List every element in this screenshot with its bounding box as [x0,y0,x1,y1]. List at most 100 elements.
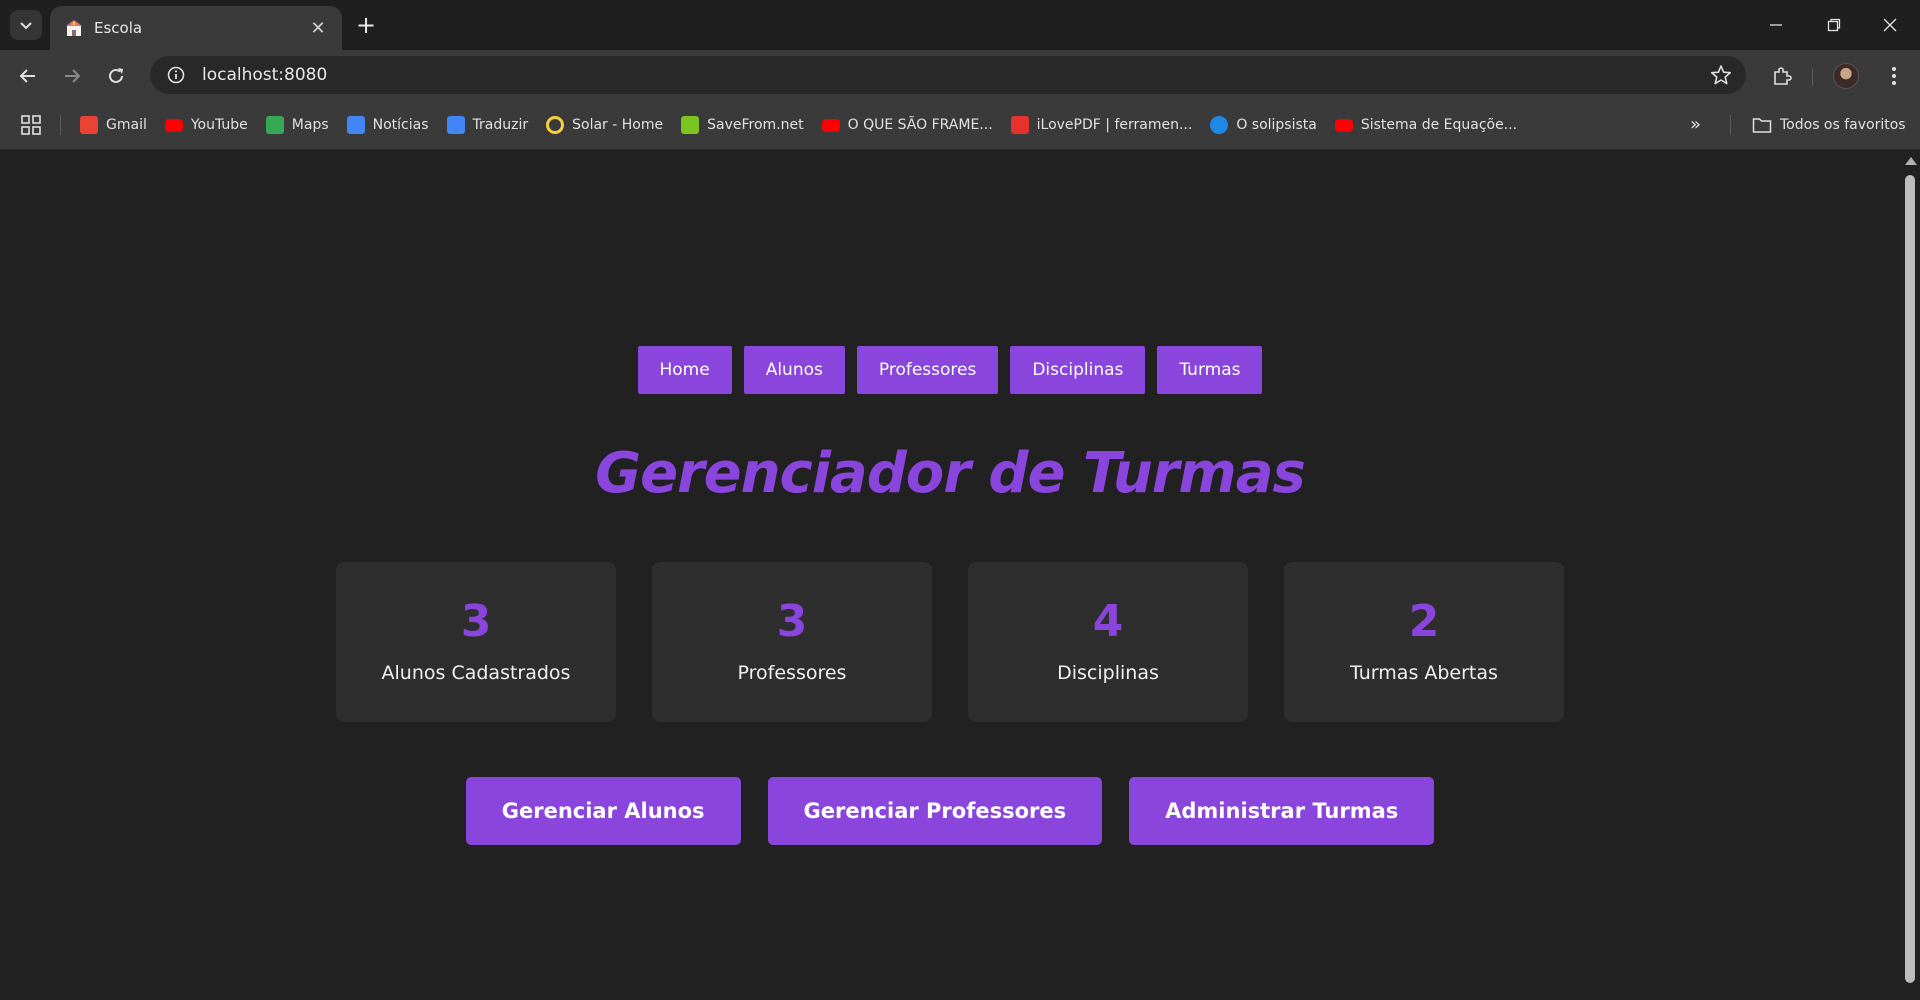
site-info-icon[interactable] [164,63,188,87]
stat-card: 2 Turmas Abertas [1284,562,1564,722]
heart-icon [1010,116,1029,134]
stat-value: 4 [1092,596,1124,647]
menu-button[interactable] [1878,60,1910,92]
restore-icon [1827,18,1841,32]
reload-button[interactable] [100,60,132,92]
profile-button[interactable] [1830,60,1862,92]
youtube-icon [164,118,183,132]
main-nav: Home Alunos Professores Disciplinas Turmas [0,346,1900,394]
bookmark-label: O QUE SÃO FRAME... [847,117,993,133]
stat-label: Alunos Cadastrados [381,662,571,684]
extensions-button[interactable] [1766,60,1798,92]
scrollbar[interactable] [1900,151,1920,1000]
arrow-left-icon [19,69,35,83]
bookmark-item[interactable]: iLovePDF | ferramen... [1009,110,1203,140]
chevron-down-icon [20,22,32,30]
all-bookmarks-button[interactable]: Todos os favoritos [1752,110,1906,140]
minimize-button[interactable] [1748,8,1804,42]
stat-value: 3 [460,596,492,647]
scrollbar-thumb[interactable] [1905,175,1915,983]
bookmark-item[interactable]: Sistema de Equaçõe... [1333,110,1527,140]
close-window-button[interactable] [1862,8,1918,42]
school-icon [66,20,82,36]
bookmark-label: SaveFrom.net [707,117,804,133]
bookmark-label: O solipsista [1236,117,1317,133]
bookmark-label: iLovePDF | ferramen... [1036,117,1193,133]
action-button-1[interactable]: Gerenciar Alunos [465,777,741,845]
nav-link-professores[interactable]: Professores [856,346,999,394]
browser-toolbar: localhost:8080 [0,50,1920,100]
all-bookmarks-label: Todos os favoritos [1780,117,1906,133]
close-tab-icon[interactable]: ✕ [308,18,328,39]
page-viewport: Home Alunos Professores Disciplinas Turmas G… [0,151,1900,1000]
stat-card: 4 Disciplinas [968,562,1248,722]
nav-link-alunos[interactable]: Alunos [743,346,845,394]
tab-title: Escola [94,19,143,37]
avatar [1833,63,1859,89]
bookmarks-bar: Gmail YouTube Maps Notícias Traduzir Solar - … [0,100,1920,150]
bookmark-item[interactable]: Maps [264,110,339,140]
bookmark-item[interactable]: Traduzir [445,110,539,140]
gmail-icon [80,116,98,134]
bookmark-item[interactable]: Gmail [78,110,157,140]
puzzle-icon [1774,67,1792,85]
bookmark-label: Traduzir [472,117,529,133]
stat-value: 3 [776,596,808,647]
stat-card: 3 Professores [652,562,932,722]
tab-search-button[interactable] [10,10,42,40]
bookmark-label: Maps [291,117,329,133]
tab-strip: Escola ✕ + [0,0,1920,50]
stat-card: 3 Alunos Cadastrados [336,562,616,722]
bookmark-item[interactable]: YouTube [163,110,258,140]
bookmarks-divider [60,115,61,135]
c-icon [1210,116,1229,134]
action-button-2[interactable]: Gerenciar Professores [767,777,1103,845]
forward-button[interactable] [56,60,88,92]
bookmarks-divider-right [1730,115,1731,135]
browser-window: Escola ✕ + localhost:8080 Gmail YouTube … [0,0,1920,1000]
nav-link-home[interactable]: Home [637,346,732,394]
address-bar[interactable]: localhost:8080 [150,56,1746,94]
news-icon [346,116,365,134]
youtube-icon [1334,118,1353,132]
apps-grid-icon[interactable] [20,114,42,136]
bookmark-label: Gmail [106,117,147,133]
stats-cards: 3 Alunos Cadastrados 3 Professores 4 Discipli… [0,562,1900,722]
more-bookmarks-button[interactable]: » [1690,114,1701,135]
stat-label: Turmas Abertas [1350,662,1498,684]
more-vertical-icon [1892,67,1896,85]
action-buttons: Gerenciar Alunos Gerenciar Professores Adm… [0,777,1900,845]
translate-icon [446,116,465,134]
folder-icon [1752,118,1772,133]
bookmark-list: Gmail YouTube Maps Notícias Traduzir Solar - … [78,100,1533,150]
minimize-icon [1770,24,1782,26]
bookmark-label: Solar - Home [572,117,664,133]
bookmark-item[interactable]: O QUE SÃO FRAME... [820,110,1003,140]
nav-link-disciplinas[interactable]: Disciplinas [1010,346,1146,394]
bookmark-label: Notícias [372,117,429,133]
bookmark-item[interactable]: Notícias [345,110,439,140]
toolbar-divider [1812,68,1813,86]
bookmark-item[interactable]: Solar - Home [544,110,673,140]
new-tab-button[interactable]: + [352,12,380,40]
page-title: Gerenciador de Turmas [595,441,1306,506]
stat-label: Disciplinas [1057,662,1159,684]
solar-icon [546,116,565,134]
stat-value: 2 [1408,596,1440,647]
nav-link-turmas[interactable]: Turmas [1157,346,1263,394]
restore-button[interactable] [1806,8,1862,42]
back-button[interactable] [12,60,44,92]
reload-icon [109,68,123,83]
action-button-3[interactable]: Administrar Turmas [1129,777,1435,845]
url-text[interactable]: localhost:8080 [202,65,327,85]
youtube-icon [821,118,840,132]
bookmark-star-icon[interactable] [1710,64,1732,86]
scroll-up-arrow[interactable] [1905,157,1917,165]
bookmark-item[interactable]: O solipsista [1208,110,1327,140]
arrow-right-icon [65,69,81,83]
maps-icon [265,116,284,134]
bookmark-label: YouTube [190,117,248,133]
tab-escola[interactable]: Escola ✕ [50,6,342,50]
bookmark-label: Sistema de Equaçõe... [1360,117,1518,133]
bookmark-item[interactable]: SaveFrom.net [679,110,813,140]
